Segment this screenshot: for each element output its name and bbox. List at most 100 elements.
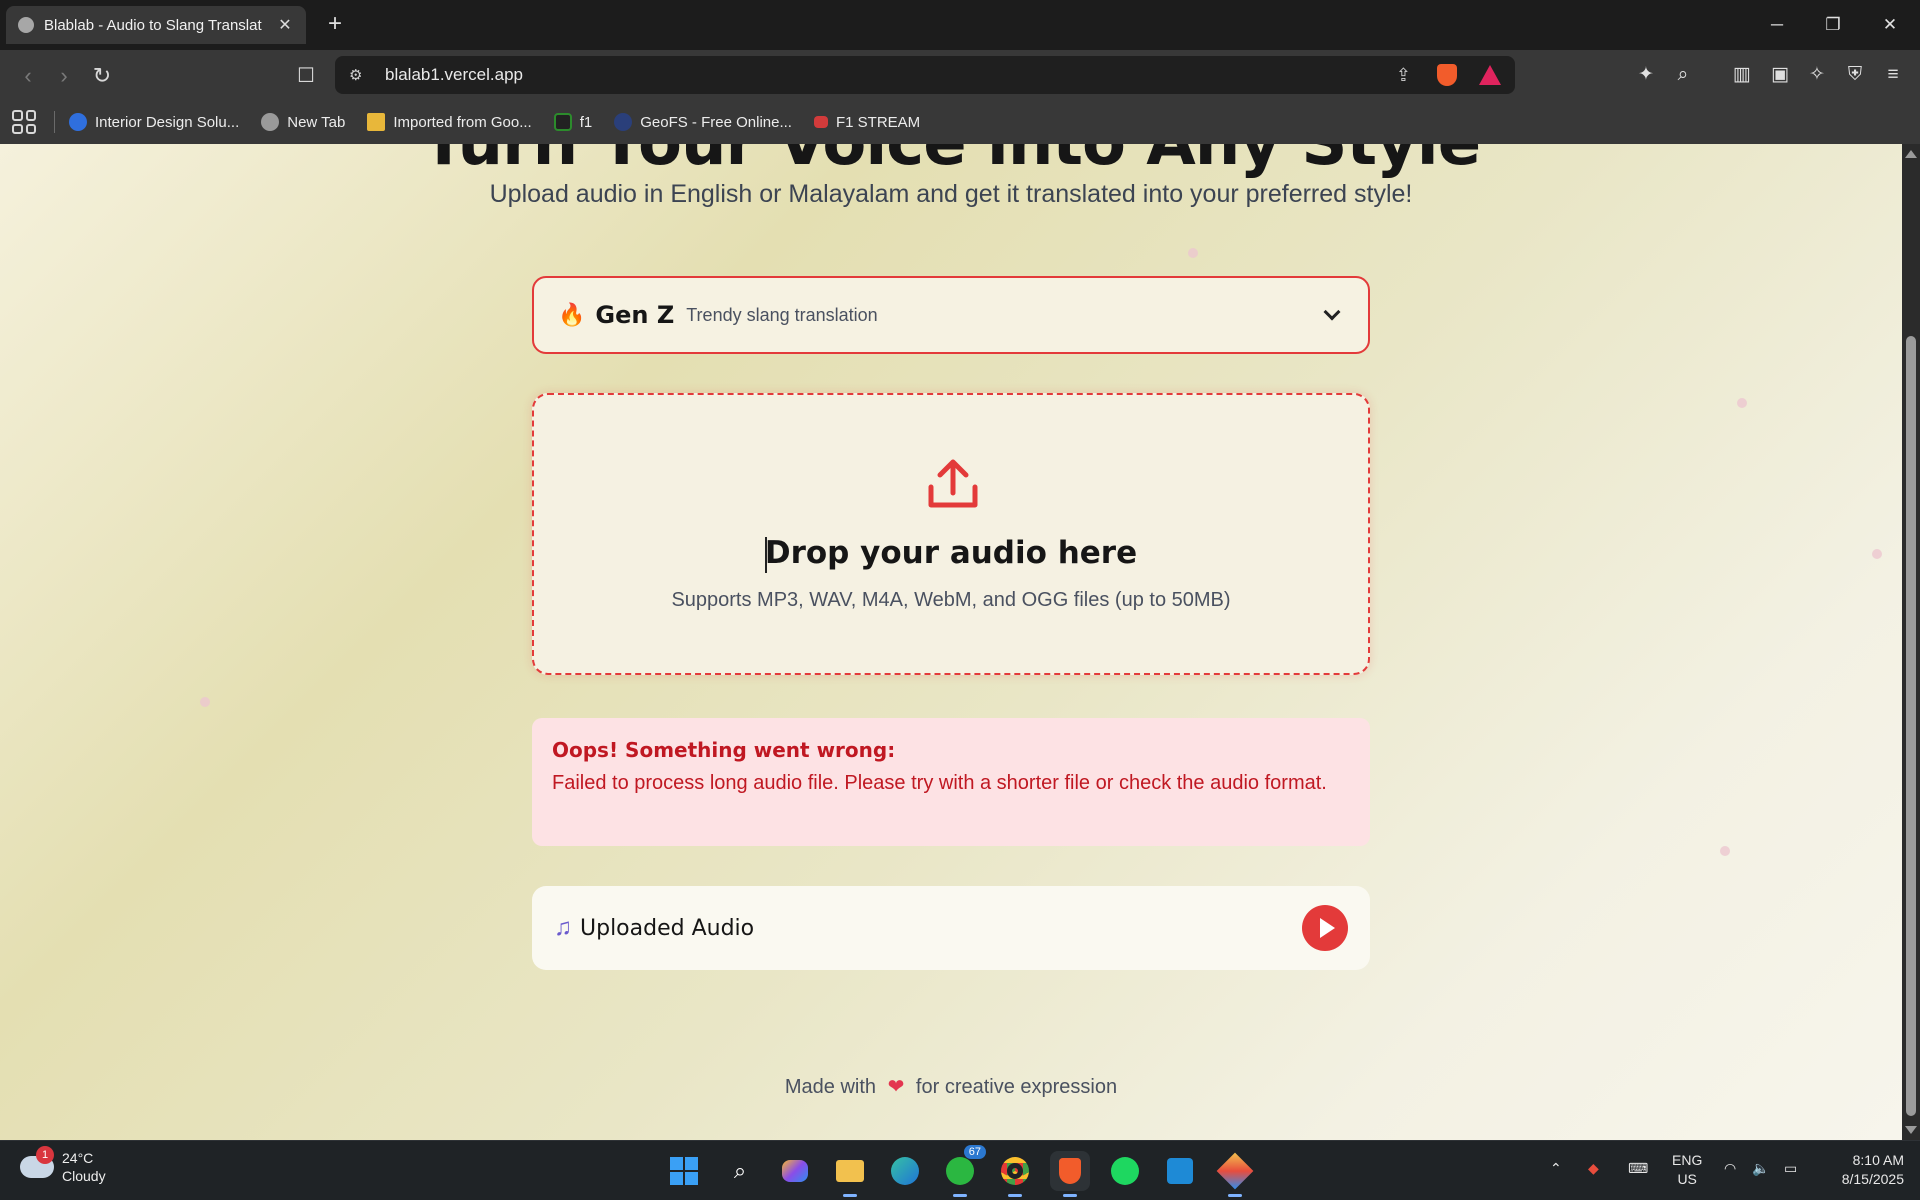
bookmark-icon[interactable]: ☐: [290, 60, 322, 92]
tab-title: Blablab - Audio to Slang Translat: [44, 16, 262, 34]
heart-icon: ❤: [887, 1076, 905, 1098]
uploaded-audio-card: ♫ Uploaded Audio: [532, 886, 1370, 970]
page-footer: Made with ❤ for creative expression: [0, 1074, 1902, 1099]
error-message: Failed to process long audio file. Pleas…: [552, 772, 1327, 794]
tab-active[interactable]: Blablab - Audio to Slang Translat ✕: [6, 6, 306, 44]
globe-icon: [18, 17, 34, 33]
chrome-icon[interactable]: [995, 1151, 1035, 1197]
tab-close-icon[interactable]: ✕: [276, 15, 294, 35]
language-indicator[interactable]: ENG US: [1672, 1151, 1702, 1189]
error-alert: Oops! Something went wrong: Failed to pr…: [532, 718, 1370, 846]
footer-prefix: Made with: [784, 1076, 877, 1098]
bookmark-label: Imported from Goo...: [393, 113, 532, 131]
url-text[interactable]: blalab1.vercel.app: [385, 65, 1396, 85]
start-icon[interactable]: [664, 1151, 704, 1191]
leo-ai-icon[interactable]: ✧: [1802, 60, 1832, 90]
wifi-icon[interactable]: ◠: [1724, 1159, 1736, 1178]
minimize-button[interactable]: ─: [1757, 10, 1797, 40]
uploaded-audio-label: Uploaded Audio: [580, 915, 755, 941]
windows-taskbar: 1 24°C Cloudy ⌕ 67 ⌃ ◆ ⌨ ENG US ◠ 🔈 ▭ 8:…: [0, 1140, 1920, 1200]
extensions-icon[interactable]: ✦: [1631, 60, 1661, 90]
spotify-icon[interactable]: [1105, 1151, 1145, 1191]
scroll-up-arrow[interactable]: [1905, 150, 1917, 158]
share-icon[interactable]: ⇪: [1396, 65, 1411, 86]
f1-site-icon: [553, 113, 572, 131]
footer-suffix: for creative expression: [915, 1076, 1118, 1098]
battery-icon[interactable]: ▭: [1784, 1159, 1797, 1178]
upload-icon: [928, 459, 978, 508]
site-info-icon[interactable]: ⚙: [349, 66, 369, 84]
close-window-button[interactable]: ✕: [1870, 10, 1910, 40]
clock-date: 8/15/2025: [1841, 1171, 1904, 1187]
dropzone-subtitle: Supports MP3, WAV, M4A, WebM, and OGG fi…: [671, 589, 1231, 611]
menu-icon[interactable]: ≡: [1878, 60, 1908, 90]
back-button[interactable]: ‹: [12, 60, 44, 92]
error-title: Oops! Something went wrong:: [552, 738, 896, 762]
brave-rewards-icon[interactable]: [1479, 65, 1501, 85]
vpn-icon[interactable]: ⛨: [1840, 60, 1870, 90]
temperature: 24°C: [62, 1150, 94, 1166]
page-scrollbar[interactable]: [1902, 144, 1920, 1140]
bookmarks-bar: Interior Design Solu... New Tab Imported…: [0, 100, 1920, 144]
decorative-dot: [1720, 846, 1730, 856]
clock-time: 8:10 AM: [1852, 1152, 1904, 1168]
audio-dropzone[interactable]: Drop your audio here Supports MP3, WAV, …: [532, 393, 1370, 675]
whatsapp-icon[interactable]: 67: [940, 1145, 986, 1197]
volume-icon[interactable]: 🔈: [1752, 1159, 1769, 1178]
new-tab-button[interactable]: +: [320, 10, 350, 40]
search-icon[interactable]: ⌕: [720, 1151, 760, 1191]
decorative-dot: [1737, 398, 1747, 408]
dropzone-title: Drop your audio here: [534, 535, 1368, 573]
vscode-icon[interactable]: [1160, 1151, 1200, 1191]
search-tab-icon[interactable]: ⌕: [1668, 60, 1698, 90]
style-name: Gen Z: [595, 301, 675, 329]
sidebar-icon[interactable]: ▥: [1727, 60, 1757, 90]
scroll-down-arrow[interactable]: [1905, 1126, 1917, 1134]
bookmark-item[interactable]: GeoFS - Free Online...: [614, 113, 792, 131]
edge-icon[interactable]: [885, 1151, 925, 1191]
clock[interactable]: 8:10 AM 8/15/2025: [1824, 1151, 1904, 1189]
forward-button[interactable]: ›: [48, 60, 80, 92]
cloud-icon: 1: [20, 1146, 54, 1178]
style-description: Trendy slang translation: [686, 304, 878, 325]
bookmark-label: GeoFS - Free Online...: [640, 113, 792, 131]
bookmark-item[interactable]: Interior Design Solu...: [69, 113, 239, 131]
dropbox-icon[interactable]: ◆: [1588, 1159, 1599, 1178]
keyboard-icon[interactable]: ⌨: [1628, 1159, 1648, 1178]
decorative-dot: [1872, 549, 1882, 559]
language-code: ENG: [1672, 1152, 1703, 1168]
copilot-icon[interactable]: [775, 1151, 815, 1191]
bookmark-item[interactable]: F1 STREAM: [813, 113, 921, 131]
file-explorer-icon[interactable]: [830, 1151, 870, 1197]
play-button[interactable]: [1302, 905, 1348, 951]
bookmarks-divider: [54, 111, 55, 133]
reload-button[interactable]: ↻: [86, 60, 118, 92]
page-subtitle: Upload audio in English or Malayalam and…: [489, 180, 1413, 208]
style-selector-dropdown[interactable]: 🔥 Gen Z Trendy slang translation: [532, 276, 1370, 354]
bookmark-label: f1: [579, 113, 593, 131]
chevron-up-icon[interactable]: ⌃: [1550, 1159, 1562, 1178]
brave-browser-icon[interactable]: [1050, 1151, 1090, 1197]
address-bar[interactable]: ⚙ blalab1.vercel.app ⇪: [335, 56, 1515, 94]
bookmark-item[interactable]: New Tab: [261, 113, 345, 131]
dropzone-title-text: Drop your audio here: [764, 535, 1138, 571]
bookmark-item[interactable]: f1: [553, 113, 593, 131]
music-note-icon: ♫: [554, 914, 572, 941]
bookmark-item[interactable]: Imported from Goo...: [367, 113, 532, 131]
snipping-tool-icon[interactable]: [1215, 1151, 1255, 1197]
apps-grid-icon[interactable]: [12, 110, 36, 134]
brave-shields-icon[interactable]: [1437, 64, 1457, 86]
wallet-icon[interactable]: ▣: [1765, 60, 1795, 90]
scroll-thumb[interactable]: [1906, 336, 1916, 1116]
whatsapp-badge: 67: [963, 1145, 986, 1159]
geofs-icon: [614, 113, 633, 131]
bookmark-label: New Tab: [287, 113, 346, 131]
bookmark-label: Interior Design Solu...: [95, 113, 240, 131]
weather-badge: 1: [36, 1146, 54, 1164]
restore-button[interactable]: ❐: [1813, 10, 1853, 40]
bookmark-label: F1 STREAM: [835, 113, 921, 131]
folder-icon: [367, 113, 386, 131]
chevron-down-icon: [1323, 303, 1341, 321]
weather-widget[interactable]: 1 24°C Cloudy: [20, 1146, 106, 1185]
globe-icon: [261, 113, 280, 131]
